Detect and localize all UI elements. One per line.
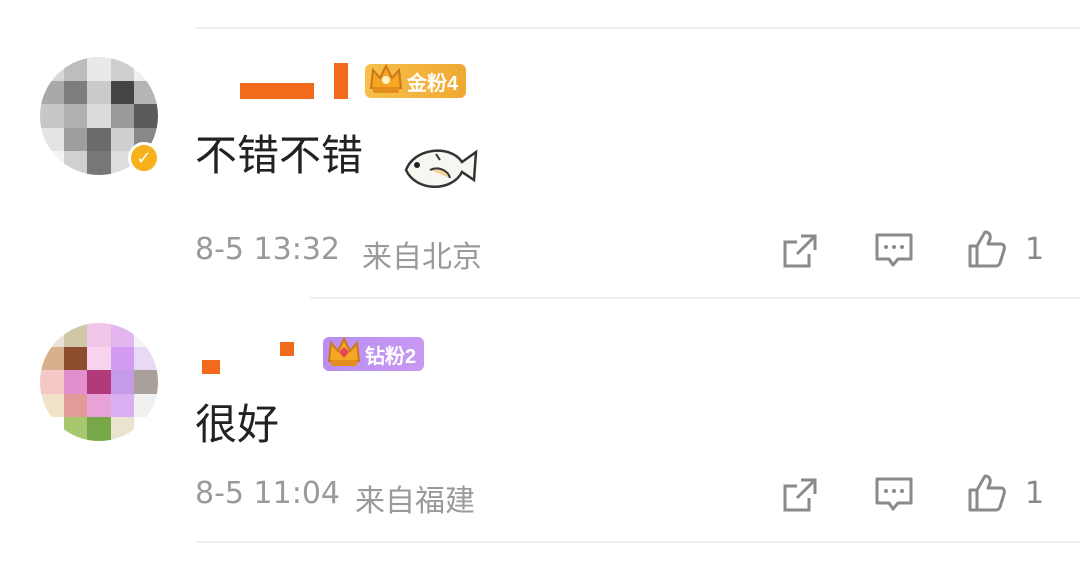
fish-sticker	[404, 149, 478, 188]
crown-icon	[369, 63, 403, 93]
comment-icon	[875, 477, 913, 511]
fan-badge-label: 金粉4	[407, 72, 459, 95]
crown-icon	[327, 336, 361, 366]
verified-icon: ✓	[128, 142, 160, 174]
comment-divider	[310, 297, 1080, 299]
fan-badge-diamond[interactable]: 钻粉2	[323, 336, 425, 371]
comment-time: 8-5 13:32	[195, 232, 340, 267]
share-button[interactable]	[778, 473, 822, 517]
username-redacted[interactable]	[202, 360, 220, 374]
comment-icon	[875, 233, 913, 267]
share-icon	[783, 478, 817, 512]
comment-location: 来自北京	[362, 240, 482, 275]
comment-item: ✓ 金粉4 不错不错 8-5 13:32 来自北京 1	[0, 0, 1080, 300]
like-count: 1	[1025, 232, 1045, 267]
reply-button[interactable]	[872, 229, 916, 273]
comment-text: 不错不错	[195, 131, 364, 180]
comment-item: 钻粉2 很好 8-5 11:04 来自福建 1	[0, 300, 1080, 561]
comment-location: 来自福建	[355, 484, 475, 519]
fan-badge-label: 钻粉2	[365, 345, 417, 368]
like-button[interactable]	[965, 471, 1009, 515]
like-count: 1	[1025, 476, 1045, 511]
like-icon	[968, 474, 1006, 512]
avatar[interactable]	[40, 323, 158, 441]
comment-text: 很好	[195, 400, 280, 449]
username-redacted[interactable]	[240, 83, 314, 99]
reply-button[interactable]	[872, 473, 916, 517]
username-redacted[interactable]	[334, 63, 348, 99]
comment-time: 8-5 11:04	[195, 476, 340, 511]
share-button[interactable]	[778, 229, 822, 273]
fan-badge-gold[interactable]: 金粉4	[365, 63, 467, 98]
like-icon	[968, 230, 1006, 268]
username-redacted[interactable]	[280, 342, 294, 356]
share-icon	[783, 234, 817, 268]
like-button[interactable]	[965, 227, 1009, 271]
bottom-divider	[195, 541, 1080, 543]
